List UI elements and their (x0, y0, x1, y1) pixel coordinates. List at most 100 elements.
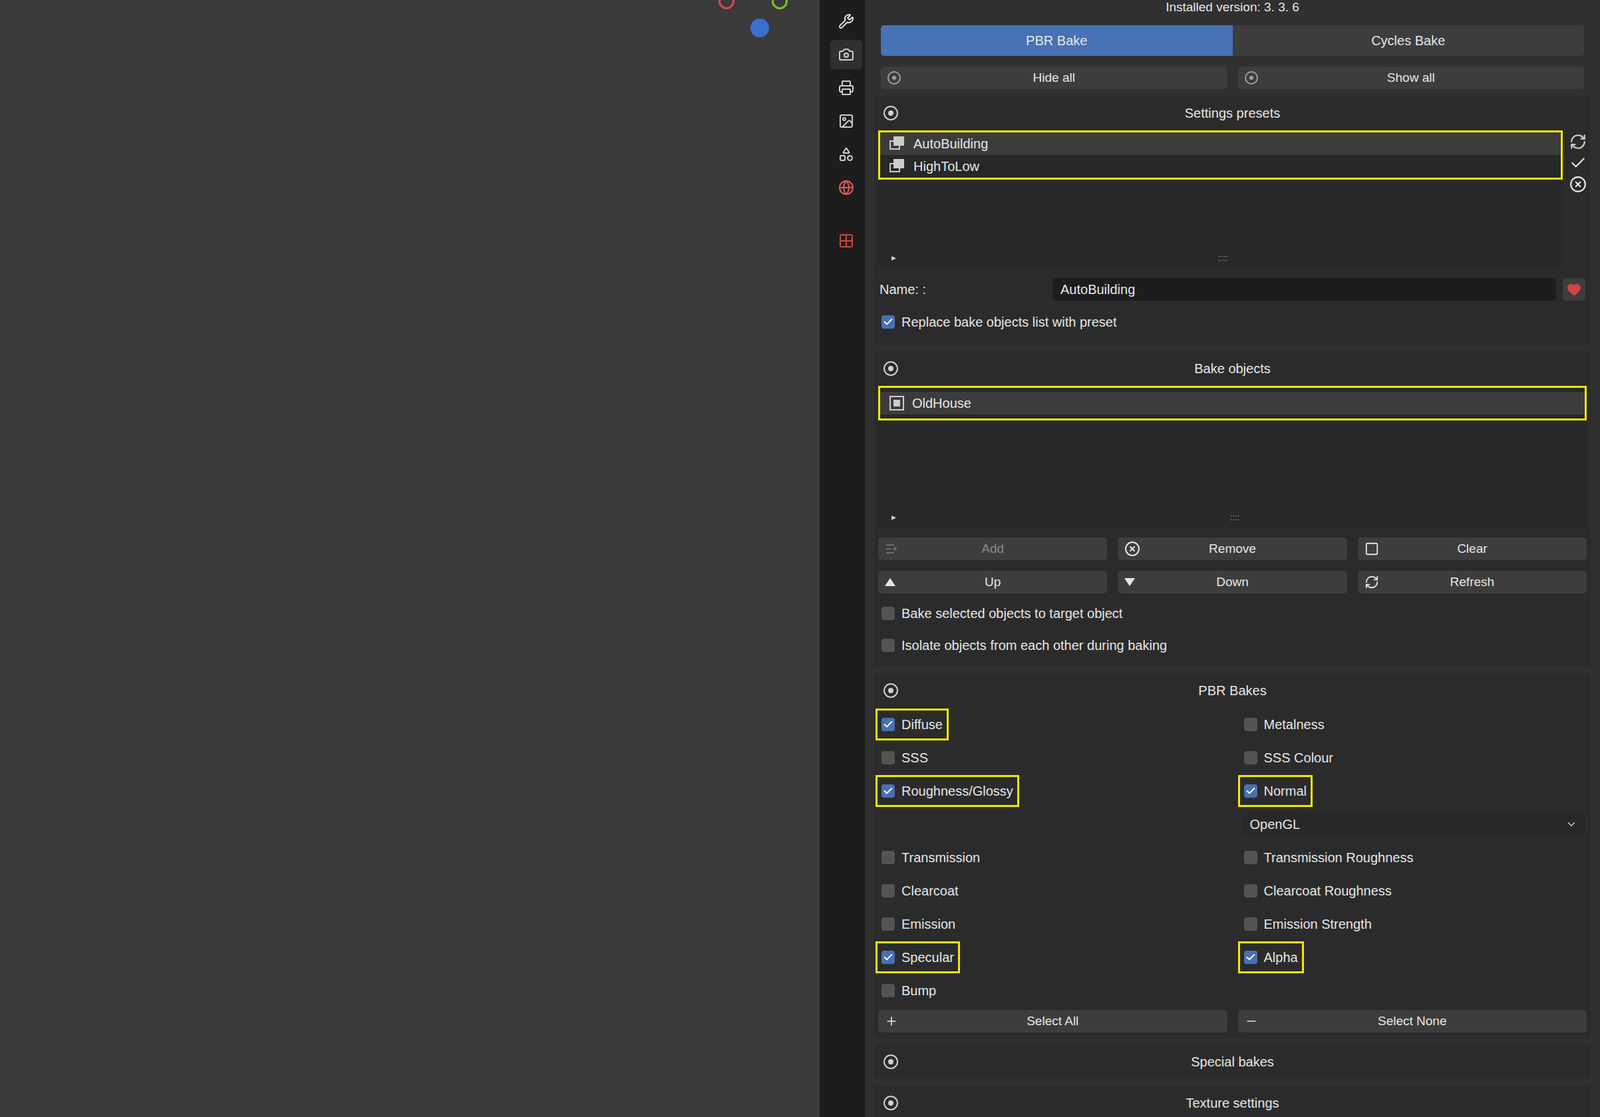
checkbox-row[interactable]: Normal (1238, 775, 1313, 807)
checkbox[interactable] (881, 884, 895, 898)
button[interactable]: Select All (878, 1009, 1228, 1033)
section-toggle-icon[interactable] (883, 361, 899, 376)
checkbox[interactable] (1244, 784, 1258, 798)
section-toggle-icon[interactable] (883, 105, 899, 121)
button[interactable]: Select None (1238, 1009, 1588, 1033)
viewport[interactable] (0, 0, 820, 1117)
checkbox-row[interactable]: Roughness/Glossy (875, 775, 1020, 807)
checkbox[interactable] (881, 315, 895, 329)
checkbox[interactable] (1244, 884, 1258, 898)
property-tab[interactable] (830, 39, 863, 70)
button[interactable]: Add (878, 537, 1108, 561)
checkbox[interactable] (1244, 850, 1258, 865)
check-icon (882, 785, 894, 797)
property-tab-icon (838, 232, 855, 249)
property-tab-icon (838, 13, 855, 30)
checkbox-row[interactable]: Transmission (875, 841, 986, 874)
presets-list[interactable]: AutoBuildingHighToLow▸:::: (878, 130, 1563, 269)
pbr-cell: Transmission (875, 840, 1228, 875)
normal-format-dropdown[interactable]: OpenGL (1242, 812, 1587, 836)
mode-tab[interactable]: PBR Bake (880, 25, 1233, 56)
expander[interactable]: ▸ (891, 250, 897, 265)
section-header[interactable]: Bake objects (874, 351, 1591, 386)
checkbox-row[interactable]: Clearcoat (875, 874, 965, 907)
section-header[interactable]: Special bakes (874, 1044, 1591, 1080)
checkbox-row[interactable]: Metalness (1238, 708, 1331, 741)
save-preset-button[interactable] (1562, 278, 1586, 301)
checkbox-row[interactable]: Transmission Roughness (1238, 841, 1420, 874)
gizmo-z-icon[interactable] (750, 18, 770, 38)
checkbox[interactable] (881, 784, 895, 798)
bake-objects-list[interactable]: OldHouse▸:::: (878, 385, 1587, 529)
section-header[interactable]: Settings presets (874, 95, 1591, 131)
refresh-presets-icon[interactable] (1569, 133, 1587, 151)
property-tab[interactable] (830, 73, 863, 103)
checkbox-row[interactable]: Specular (875, 941, 960, 974)
properties-panel: Installed version: 3. 3. 6PBR BakeCycles… (864, 0, 1600, 1117)
section-toggle-icon[interactable] (883, 1095, 899, 1111)
resize-grip[interactable]: :::: (1218, 251, 1228, 265)
pbr-cell: Roughness/Glossy (875, 774, 1228, 808)
property-tab[interactable] (830, 6, 863, 36)
pbr-cell: Normal (1238, 774, 1591, 808)
checkbox-row[interactable]: Replace bake objects list with preset (875, 306, 1123, 338)
delete-preset-icon[interactable] (1569, 175, 1587, 193)
button[interactable]: Clear (1357, 537, 1587, 561)
checkbox[interactable] (1244, 751, 1258, 765)
checkbox[interactable] (881, 717, 895, 732)
checkbox-row[interactable]: Bake selected objects to target object (875, 597, 1590, 630)
button[interactable]: Show all (1238, 66, 1585, 90)
checkbox-row[interactable]: SSS Colour (1238, 741, 1340, 774)
apply-preset-icon[interactable] (1569, 154, 1587, 172)
checkbox[interactable] (1244, 917, 1258, 931)
checkbox-label: Isolate objects from each other during b… (901, 635, 1167, 656)
expander[interactable]: ▸ (891, 510, 897, 525)
section-toggle-icon[interactable] (883, 683, 899, 698)
property-tab[interactable] (830, 106, 863, 136)
section-header[interactable]: PBR Bakes (874, 673, 1591, 708)
preset-item[interactable]: AutoBuilding (880, 132, 1561, 156)
button[interactable]: Refresh (1357, 570, 1587, 594)
resize-grip[interactable]: :::: (1230, 510, 1240, 525)
checkbox-row[interactable]: SSS (875, 741, 935, 774)
button[interactable]: Remove (1117, 537, 1347, 561)
property-tab-icon (838, 79, 855, 96)
refresh-icon (1364, 574, 1380, 590)
button[interactable]: Hide all (880, 66, 1228, 90)
checkbox[interactable] (881, 850, 895, 865)
property-tab[interactable] (830, 139, 863, 169)
collapsed-section[interactable]: Texture settings (874, 1085, 1591, 1117)
gizmo-x-icon[interactable] (718, 0, 735, 10)
section-header[interactable]: Texture settings (874, 1085, 1591, 1117)
checkbox-row[interactable]: Diffuse (875, 708, 949, 741)
checkbox-row[interactable]: Bump (875, 974, 943, 1007)
checkbox[interactable] (1244, 950, 1258, 964)
collapsed-section[interactable]: Special bakes (874, 1044, 1591, 1080)
checkbox[interactable] (1244, 717, 1258, 732)
checkbox-row[interactable]: Clearcoat Roughness (1238, 874, 1398, 907)
checkbox[interactable] (881, 917, 895, 931)
checkbox[interactable] (881, 751, 895, 765)
gizmo-y-icon[interactable] (771, 0, 788, 10)
checkbox-row[interactable]: Emission Strength (1238, 908, 1378, 941)
checkbox-label: Emission (901, 914, 956, 935)
checkbox-row[interactable]: Emission (875, 908, 962, 941)
section-toggle-icon[interactable] (883, 1054, 899, 1070)
checkbox[interactable] (881, 606, 895, 621)
checkbox-row[interactable]: Isolate objects from each other during b… (875, 629, 1590, 662)
property-tab[interactable] (830, 226, 863, 256)
property-tab[interactable] (830, 172, 863, 203)
preset-item[interactable]: HighToLow (880, 155, 1561, 178)
checkbox-label: Diffuse (901, 714, 943, 735)
checkbox[interactable] (881, 950, 895, 964)
checkbox[interactable] (881, 983, 895, 998)
pbr-cell: SSS (875, 741, 1228, 775)
checkbox-row[interactable]: Alpha (1238, 941, 1304, 974)
mode-tab[interactable]: Cycles Bake (1232, 25, 1585, 56)
button[interactable]: Up (878, 570, 1108, 594)
name-field[interactable]: AutoBuilding (1052, 278, 1557, 301)
button[interactable]: Down (1117, 570, 1347, 594)
checkbox-label: Metalness (1264, 714, 1325, 735)
bake-object-item[interactable]: OldHouse (880, 391, 1585, 415)
checkbox[interactable] (881, 638, 895, 652)
